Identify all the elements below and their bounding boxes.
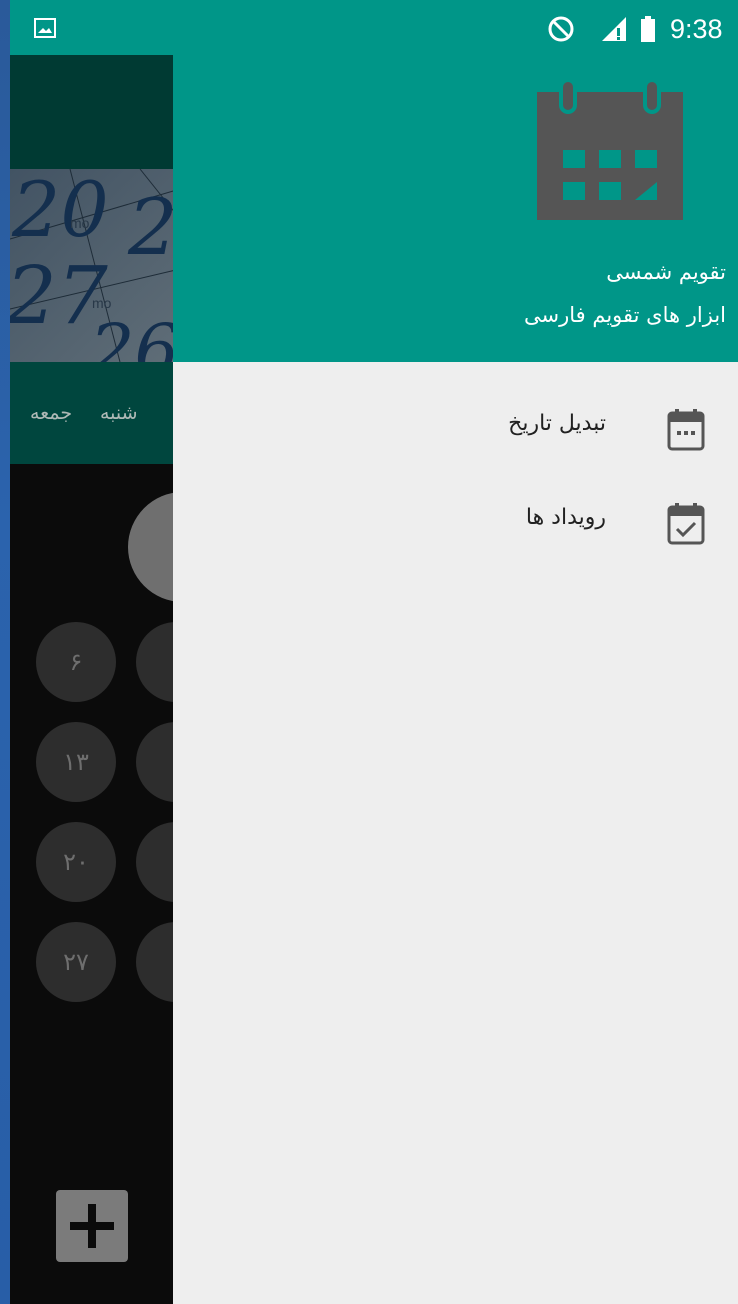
day-cell: ۶ <box>36 622 116 702</box>
banner-number: 26 <box>90 309 180 362</box>
drawer-header: تقویم شمسی ابزار های تقویم فارسی <box>173 55 738 362</box>
battery-icon <box>641 16 655 42</box>
menu-item-convert-date[interactable]: تبدیل تاریخ <box>173 385 738 467</box>
navigation-drawer: تقویم شمسی ابزار های تقویم فارسی تبدیل ت… <box>173 55 738 1304</box>
day-cell: ۲۰ <box>36 822 116 902</box>
banner-number: 20 <box>12 169 109 254</box>
status-time: 9:38 <box>670 14 723 44</box>
menu-item-label: تبدیل تاریخ <box>508 411 606 436</box>
weekday-label: شنبه <box>100 402 138 424</box>
calendar-dots-icon <box>667 409 705 451</box>
calendar-icon <box>537 78 683 220</box>
signal-icon <box>602 17 626 41</box>
gallery-icon <box>34 18 56 38</box>
menu-item-label: رویداد ها <box>525 505 606 530</box>
day-cell: ۲۷ <box>36 922 116 1002</box>
banner-number: 2 <box>128 183 178 273</box>
drawer-title: تقویم شمسی <box>606 260 726 284</box>
add-icon <box>70 1204 114 1248</box>
do-not-disturb-icon <box>548 16 574 42</box>
banner-mo: mo <box>70 215 90 231</box>
device-screen: 9:38 20 27 26 2 mo mo جمعه شنبه ۶ ۱۳ ۲۰ … <box>10 0 738 1304</box>
drawer-subtitle: ابزار های تقویم فارسی <box>524 303 726 327</box>
add-button <box>56 1190 128 1262</box>
weekday-label: جمعه <box>30 402 73 424</box>
status-bar: 9:38 <box>10 0 738 55</box>
banner-mo: mo <box>92 295 112 311</box>
calendar-check-icon <box>667 503 705 545</box>
day-cell: ۱۳ <box>36 722 116 802</box>
menu-item-events[interactable]: رویداد ها <box>173 479 738 561</box>
